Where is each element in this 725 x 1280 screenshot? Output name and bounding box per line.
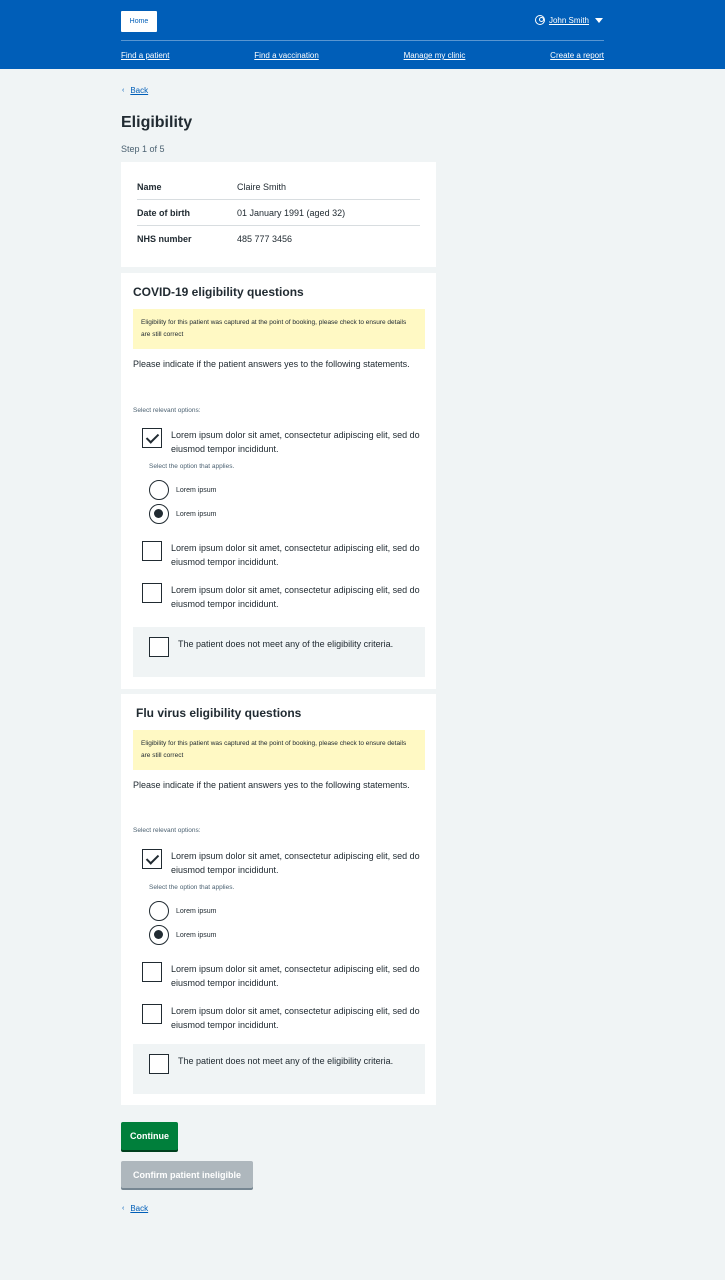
none-option-panel: The patient does not meet any of the eli… (133, 627, 425, 677)
section-title: COVID-19 eligibility questions (133, 285, 304, 299)
checkbox[interactable] (142, 428, 162, 448)
section-title: Flu virus eligibility questions (136, 706, 302, 720)
none-eligible-option[interactable]: The patient does not meet any of the eli… (149, 637, 398, 657)
warning-callout: Eligibility for this patient was capture… (133, 309, 425, 349)
checkbox[interactable] (142, 962, 162, 982)
section-intro: Please indicate if the patient answers y… (133, 359, 410, 369)
primary-nav: Find a patient Find a vaccination Manage… (121, 51, 604, 60)
back-link-label[interactable]: Back (130, 86, 148, 95)
checkbox[interactable] (149, 1054, 169, 1074)
radio-label: Lorem ipsum (176, 931, 217, 939)
nav-find-patient[interactable]: Find a patient (121, 51, 169, 60)
checkbox[interactable] (149, 637, 169, 657)
user-menu[interactable]: John Smith (534, 15, 603, 25)
eligibility-option[interactable]: Lorem ipsum dolor sit amet, consectetur … (142, 962, 421, 990)
checkbox-label: Lorem ipsum dolor sit amet, consectetur … (171, 1006, 420, 1030)
continue-button[interactable]: Continue (121, 1122, 178, 1150)
user-name[interactable]: John Smith (549, 16, 589, 25)
radio-hint: Select the option that applies. (149, 884, 235, 891)
site-header: Home John Smith Find a patient Find a va… (0, 0, 725, 69)
checkbox[interactable] (142, 583, 162, 603)
checkbox-label: Lorem ipsum dolor sit amet, consectetur … (171, 964, 420, 988)
eligibility-option[interactable]: Lorem ipsum dolor sit amet, consectetur … (142, 541, 421, 569)
nav-create-report[interactable]: Create a report (550, 51, 604, 60)
confirm-ineligible-button[interactable]: Confirm patient ineligible (121, 1161, 253, 1188)
checkbox-label: The patient does not meet any of the eli… (178, 1056, 394, 1066)
radio-label: Lorem ipsum (176, 907, 217, 915)
summary-key: NHS number (137, 234, 192, 244)
summary-value: 485 777 3456 (237, 234, 293, 244)
checkbox-label: Lorem ipsum dolor sit amet, consectetur … (171, 543, 420, 567)
page-title: Eligibility (121, 114, 193, 131)
radio-option[interactable]: Lorem ipsum (149, 504, 216, 524)
checkbox[interactable] (142, 1004, 162, 1024)
chevron-left-icon: ‹ (122, 1205, 125, 1212)
back-link-top[interactable]: ‹ Back (122, 86, 148, 95)
eligibility-option[interactable]: Lorem ipsum dolor sit amet, consectetur … (142, 849, 421, 877)
radio-button[interactable] (149, 480, 169, 500)
step-indicator: Step 1 of 5 (121, 144, 165, 154)
patient-summary: Name Claire Smith Date of birth 01 Janua… (121, 162, 436, 267)
radio-button[interactable] (149, 925, 169, 945)
checkbox-label: Lorem ipsum dolor sit amet, consectetur … (171, 585, 420, 609)
nav-find-vaccination[interactable]: Find a vaccination (254, 51, 318, 60)
summary-key: Date of birth (137, 207, 190, 218)
radio-option[interactable]: Lorem ipsum (149, 901, 216, 921)
home-button[interactable]: Home (121, 11, 157, 32)
back-link-bottom[interactable]: ‹ Back (122, 1204, 148, 1213)
back-link-label[interactable]: Back (130, 1204, 148, 1213)
nav-divider (121, 40, 604, 41)
checkbox-label: Lorem ipsum dolor sit amet, consectetur … (171, 430, 420, 454)
summary-value: Claire Smith (237, 181, 287, 192)
section-intro: Please indicate if the patient answers y… (133, 780, 410, 790)
checkbox-label: The patient does not meet any of the eli… (178, 639, 394, 649)
eligibility-option[interactable]: Lorem ipsum dolor sit amet, consectetur … (142, 1004, 421, 1032)
radio-hint: Select the option that applies. (149, 463, 235, 470)
radio-option[interactable]: Lorem ipsum (149, 925, 216, 945)
covid-eligibility-card: COVID-19 eligibility questions Eligibili… (121, 273, 436, 689)
checkbox-label: Lorem ipsum dolor sit amet, consectetur … (171, 851, 420, 875)
user-icon (534, 15, 545, 25)
radio-option[interactable]: Lorem ipsum (149, 480, 216, 500)
options-hint: Select relevant options: (133, 827, 201, 834)
summary-row: Name Claire Smith (137, 174, 420, 200)
summary-row: Date of birth 01 January 1991 (aged 32) (137, 200, 420, 226)
chevron-down-icon[interactable] (595, 17, 603, 23)
none-option-panel: The patient does not meet any of the eli… (133, 1044, 425, 1094)
summary-value: 01 January 1991 (aged 32) (237, 207, 346, 218)
radio-button[interactable] (149, 504, 169, 524)
radio-label: Lorem ipsum (176, 486, 217, 494)
radio-label: Lorem ipsum (176, 510, 217, 518)
nav-manage-clinic[interactable]: Manage my clinic (404, 51, 466, 60)
summary-key: Name (137, 181, 162, 192)
flu-eligibility-card: Flu virus eligibility questions Eligibil… (121, 694, 436, 1105)
checkbox[interactable] (142, 541, 162, 561)
chevron-left-icon: ‹ (122, 87, 125, 94)
checkbox[interactable] (142, 849, 162, 869)
options-hint: Select relevant options: (133, 407, 201, 414)
eligibility-option[interactable]: Lorem ipsum dolor sit amet, consectetur … (142, 428, 421, 456)
radio-button[interactable] (149, 901, 169, 921)
none-eligible-option[interactable]: The patient does not meet any of the eli… (149, 1054, 398, 1074)
summary-row: NHS number 485 777 3456 (137, 226, 420, 252)
eligibility-option[interactable]: Lorem ipsum dolor sit amet, consectetur … (142, 583, 421, 611)
warning-callout: Eligibility for this patient was capture… (133, 730, 425, 770)
